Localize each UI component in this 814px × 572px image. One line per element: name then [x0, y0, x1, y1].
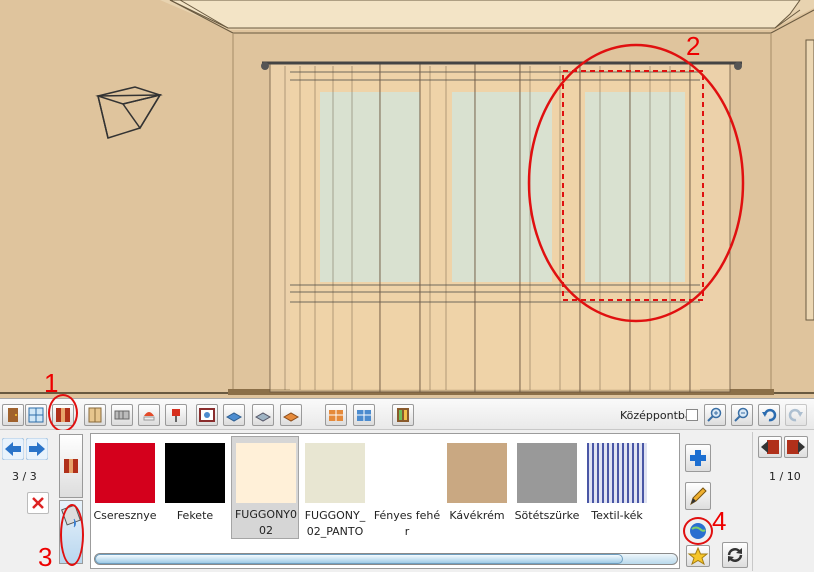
add-icon[interactable]	[685, 444, 711, 472]
swatch-fuggony002[interactable]: FUGGONY0 02	[231, 436, 299, 539]
undo-icon[interactable]	[758, 404, 780, 426]
swatch-color	[95, 443, 155, 503]
center-label: Középpontba	[620, 409, 692, 422]
curtain-mode-icon[interactable]	[59, 434, 83, 498]
zoom-in-icon[interactable]	[704, 404, 726, 426]
swatch-scrollbar[interactable]	[94, 553, 678, 565]
swatch-kavekrem[interactable]: Kávékrém	[443, 440, 511, 540]
tile-orange-icon[interactable]	[325, 404, 347, 426]
annotation-2: 2	[686, 31, 701, 61]
scrollbar-thumb[interactable]	[95, 554, 623, 564]
swatch-label: Kávékrém	[449, 509, 505, 522]
zoom-out-icon[interactable]	[731, 404, 753, 426]
floor-orange-icon[interactable]	[280, 404, 302, 426]
prev-page-icon[interactable]	[758, 436, 782, 458]
swatch-color	[165, 443, 225, 503]
floor-blue-icon[interactable]	[223, 404, 245, 426]
swatch-label: Fekete	[176, 509, 214, 522]
swatch-label: FUGGONY_ 02_PANTO	[304, 509, 366, 538]
divider	[752, 432, 753, 571]
picture-icon[interactable]	[196, 404, 218, 426]
wardrobe-icon[interactable]	[84, 404, 106, 426]
swatch-color	[587, 443, 647, 503]
annotation-3-ellipse	[60, 504, 84, 566]
lamp-icon[interactable]	[138, 404, 160, 426]
swatch-textil-kek[interactable]: Textil-kék	[583, 440, 651, 540]
pencil-icon[interactable]	[685, 482, 711, 510]
refresh-icon[interactable]	[722, 542, 748, 568]
swatch-fenyes-feher[interactable]: Fényes fehér	[373, 440, 441, 540]
swatch-color	[236, 443, 296, 503]
material-swatch-list: Cseresznye Fekete FUGGONY0 02 FUGGONY_ 0…	[90, 433, 680, 569]
swatch-label: Sötétszürke	[514, 509, 580, 522]
swatch-cseresznye[interactable]: Cseresznye	[91, 440, 159, 540]
annotation-3: 3	[38, 542, 53, 572]
swatch-color	[447, 443, 507, 503]
left-page-indicator: 3 / 3	[12, 470, 37, 483]
star-icon[interactable]	[686, 545, 710, 567]
swatch-color	[305, 443, 365, 503]
next-page-icon[interactable]	[784, 436, 808, 458]
radiator-icon[interactable]	[111, 404, 133, 426]
redo-icon[interactable]	[785, 404, 807, 426]
annotation-1-circle	[48, 394, 78, 432]
annotation-1: 1	[44, 368, 59, 398]
annotation-4-circle	[683, 517, 713, 545]
swatch-fuggony002-panto[interactable]: FUGGONY_ 02_PANTO	[301, 440, 369, 540]
swatch-color	[517, 443, 577, 503]
swatch-label: Cseresznye	[93, 509, 157, 522]
floor-grey-icon[interactable]	[252, 404, 274, 426]
wall-lamp-icon[interactable]	[165, 404, 187, 426]
room-3d-view[interactable]: 2	[0, 0, 814, 398]
forward-arrow-icon[interactable]	[25, 437, 49, 461]
window-icon[interactable]	[25, 404, 47, 426]
right-page-indicator: 1 / 10	[769, 470, 801, 483]
back-arrow-icon[interactable]	[1, 437, 25, 461]
door-icon[interactable]	[2, 404, 24, 426]
tile-blue-icon[interactable]	[353, 404, 375, 426]
swatch-label: Fényes fehér	[373, 509, 441, 538]
main-toolbar: Középpontba	[0, 398, 814, 430]
swatch-color	[377, 443, 437, 503]
cabinet-icon[interactable]	[392, 404, 414, 426]
delete-icon[interactable]	[27, 492, 49, 514]
swatch-label: FUGGONY0 02	[234, 508, 298, 537]
center-checkbox[interactable]	[686, 409, 698, 421]
swatch-label: Textil-kék	[591, 509, 643, 522]
swatch-sotetszurke[interactable]: Sötétszürke	[513, 440, 581, 540]
annotation-4: 4	[712, 506, 727, 536]
swatch-fekete[interactable]: Fekete	[161, 440, 229, 540]
